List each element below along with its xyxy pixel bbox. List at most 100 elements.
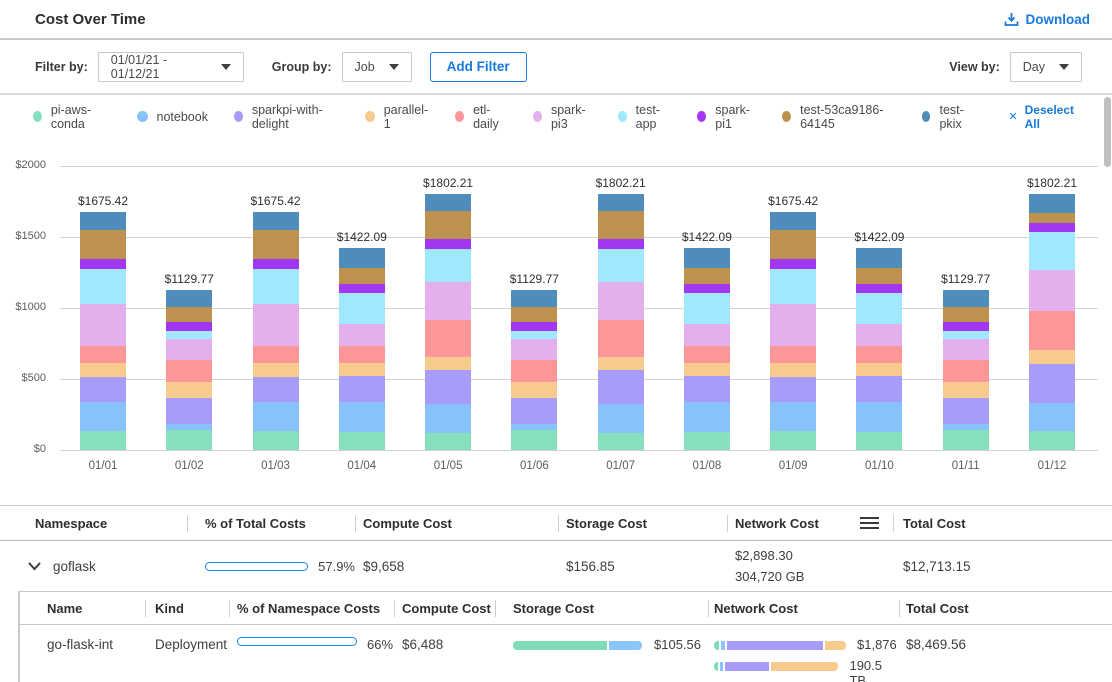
bar-segment-spark-pi3 bbox=[770, 304, 816, 346]
table-row-goflask: goflask 57.9% $9,658 $156.85 $2,898.30 3… bbox=[0, 541, 1112, 591]
bar-segment-etl-daily bbox=[1029, 311, 1075, 350]
bar-segment-spark-pi3 bbox=[598, 282, 644, 320]
bar-segment-sparkpi-with-delight bbox=[253, 377, 299, 403]
bar-segment-spark-pi1 bbox=[80, 259, 126, 269]
network-cost-bar bbox=[714, 641, 846, 650]
col-total-cost: Total Cost bbox=[899, 592, 1112, 624]
percent-label: 57.9% bbox=[318, 559, 355, 574]
x-tick-label: 01/09 bbox=[748, 460, 838, 472]
percent-label: 66% bbox=[367, 637, 393, 652]
bar-segment-spark-pi3 bbox=[425, 282, 471, 320]
bar-segment-spark-pi3 bbox=[80, 304, 126, 346]
chevron-down-icon bbox=[28, 562, 41, 571]
chevron-down-icon bbox=[1059, 64, 1069, 70]
bar-segment-spark-pi1 bbox=[425, 239, 471, 250]
legend-item-spark-pi3[interactable]: spark-pi3 bbox=[533, 103, 592, 131]
view-by-select[interactable]: Day bbox=[1010, 52, 1082, 82]
legend-item-test-53ca9186-64145[interactable]: test-53ca9186-64145 bbox=[782, 103, 896, 131]
view-by-label: View by: bbox=[949, 60, 999, 74]
bar-segment-etl-daily bbox=[856, 346, 902, 363]
bar-segment-parallel-1 bbox=[425, 357, 471, 370]
bar-segment-pi-aws-conda bbox=[770, 431, 816, 450]
bar-segment-etl-daily bbox=[598, 320, 644, 356]
legend-label: pi-aws-conda bbox=[51, 103, 111, 131]
bar-segment-parallel-1 bbox=[339, 363, 385, 376]
bar-segment-test-pkix bbox=[943, 290, 989, 307]
bar-segment-test-53ca9186-64145 bbox=[166, 307, 212, 322]
percent-total-cell: 57.9% bbox=[187, 559, 355, 574]
bar-segment-etl-daily bbox=[253, 346, 299, 363]
legend-item-test-pkix[interactable]: test-pkix bbox=[922, 103, 977, 131]
date-range-select[interactable]: 01/01/21 - 01/12/21 bbox=[98, 52, 244, 82]
bar-segment-spark-pi3 bbox=[856, 324, 902, 346]
bar-segment-sparkpi-with-delight bbox=[943, 398, 989, 424]
bar-segment-test-pkix bbox=[1029, 194, 1075, 213]
legend-item-etl-daily[interactable]: etl-daily bbox=[455, 103, 507, 131]
deselect-all-button[interactable]: ✕ Deselect All bbox=[1008, 103, 1082, 131]
bar-segment-pi-aws-conda bbox=[166, 430, 212, 450]
legend-items: pi-aws-conda notebook sparkpi-with-delight… bbox=[33, 103, 976, 131]
workload-header-row: Name Kind % of Namespace Costs Compute C… bbox=[20, 592, 1112, 625]
chart-bar-01/10 bbox=[856, 248, 902, 450]
compute-cost-cell: $6,488 bbox=[394, 637, 495, 682]
legend-item-notebook[interactable]: notebook bbox=[137, 110, 208, 124]
bar-segment-test-53ca9186-64145 bbox=[856, 268, 902, 284]
x-tick-label: 01/08 bbox=[662, 460, 752, 472]
bar-segment-etl-daily bbox=[339, 346, 385, 363]
legend-item-spark-pi1[interactable]: spark-pi1 bbox=[697, 103, 756, 131]
grid-line bbox=[60, 237, 1098, 238]
bar-segment-etl-daily bbox=[425, 320, 471, 356]
bar-segment-test-app bbox=[166, 331, 212, 339]
legend-dot bbox=[365, 111, 375, 122]
bar-segment-notebook bbox=[425, 404, 471, 433]
group-by-value: Job bbox=[355, 60, 375, 74]
namespace-expander[interactable]: goflask bbox=[0, 559, 187, 574]
legend-label: spark-pi1 bbox=[715, 103, 756, 131]
legend-item-pi-aws-conda[interactable]: pi-aws-conda bbox=[33, 103, 111, 131]
bar-total-label: $1129.77 bbox=[489, 272, 579, 286]
legend-item-test-app[interactable]: test-app bbox=[618, 103, 672, 131]
bar-segment-spark-pi1 bbox=[339, 284, 385, 293]
bar-segment-test-pkix bbox=[856, 248, 902, 268]
bar-segment-spark-pi3 bbox=[166, 339, 212, 360]
namespace-name: goflask bbox=[53, 559, 96, 574]
legend-item-parallel-1[interactable]: parallel-1 bbox=[365, 103, 429, 131]
bar-segment-spark-pi1 bbox=[684, 284, 730, 293]
chart-bar-01/02 bbox=[166, 290, 212, 450]
bar-segment-test-53ca9186-64145 bbox=[253, 230, 299, 259]
add-filter-button[interactable]: Add Filter bbox=[430, 52, 527, 82]
bar-segment-spark-pi1 bbox=[770, 259, 816, 269]
chart-bar-01/08 bbox=[684, 248, 730, 450]
minibar-segment bbox=[714, 662, 718, 671]
bar-segment-test-pkix bbox=[770, 212, 816, 229]
bar-segment-etl-daily bbox=[511, 360, 557, 382]
bar-segment-sparkpi-with-delight bbox=[684, 376, 730, 402]
minibar-segment bbox=[609, 641, 643, 650]
legend-dot bbox=[618, 111, 627, 122]
bar-segment-parallel-1 bbox=[598, 357, 644, 370]
bar-segment-etl-daily bbox=[943, 360, 989, 382]
bar-segment-test-app bbox=[511, 331, 557, 339]
col-percent-total: % of Total Costs bbox=[187, 506, 355, 540]
bar-segment-parallel-1 bbox=[80, 363, 126, 377]
y-tick-label: $2000 bbox=[0, 159, 46, 171]
bar-segment-spark-pi3 bbox=[1029, 270, 1075, 311]
chart-bar-01/07 bbox=[598, 194, 644, 450]
bar-segment-parallel-1 bbox=[684, 363, 730, 376]
group-by-select[interactable]: Job bbox=[342, 52, 412, 82]
workload-name[interactable]: go-flask-int bbox=[20, 637, 145, 682]
column-settings-icon[interactable] bbox=[860, 514, 879, 532]
bar-segment-notebook bbox=[80, 402, 126, 431]
table-header-row: Namespace % of Total Costs Compute Cost … bbox=[0, 506, 1112, 541]
x-tick-label: 01/12 bbox=[1007, 460, 1097, 472]
bar-segment-sparkpi-with-delight bbox=[80, 377, 126, 403]
bar-segment-test-app bbox=[1029, 232, 1075, 270]
bar-segment-test-pkix bbox=[425, 194, 471, 211]
legend-item-sparkpi-with-delight[interactable]: sparkpi-with-delight bbox=[234, 103, 339, 131]
download-button[interactable]: Download bbox=[1004, 12, 1091, 27]
chart-bar-01/09 bbox=[770, 212, 816, 450]
bar-segment-spark-pi1 bbox=[598, 239, 644, 250]
bar-total-label: $1802.21 bbox=[403, 176, 493, 190]
legend-dot bbox=[33, 111, 42, 122]
legend-dot bbox=[533, 111, 542, 122]
